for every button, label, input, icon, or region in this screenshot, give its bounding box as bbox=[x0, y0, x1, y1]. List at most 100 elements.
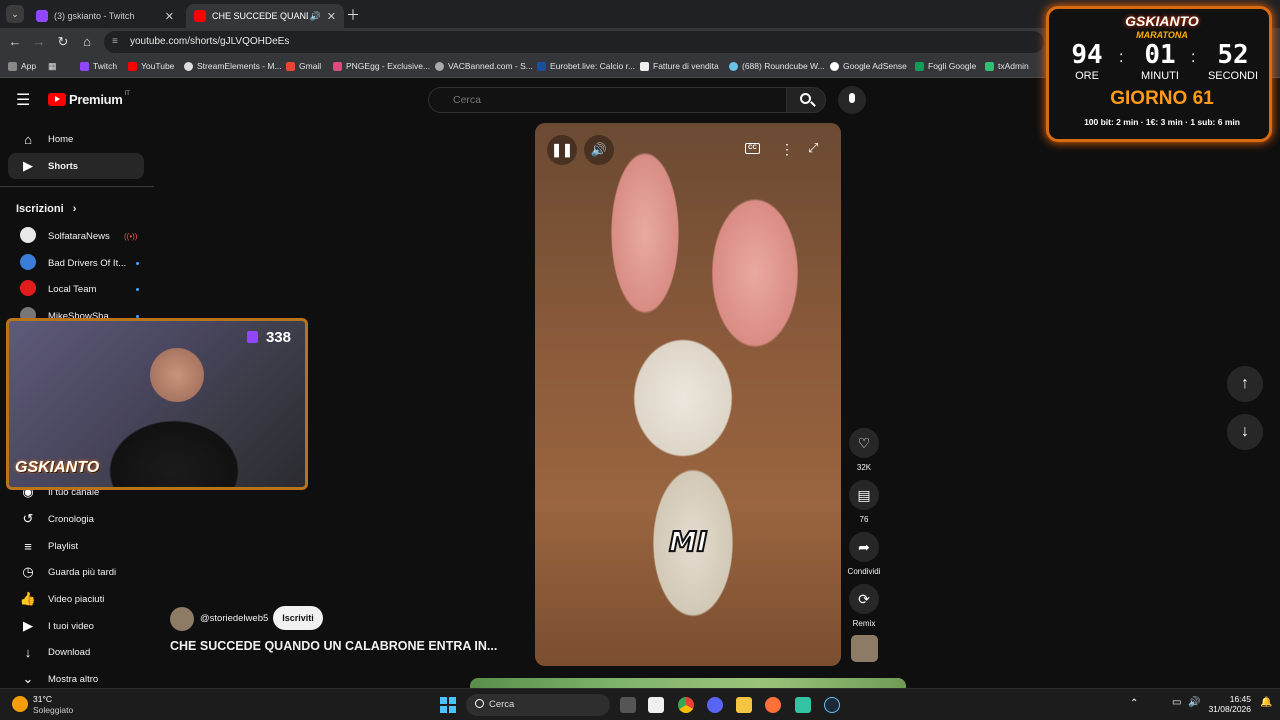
bookmark-pngegg[interactable]: PNGEgg - Exclusive... bbox=[333, 61, 430, 71]
steam-icon[interactable] bbox=[824, 697, 840, 713]
comments-button[interactable]: ▤ bbox=[849, 480, 879, 510]
bookmark-vacbanned[interactable]: VACBanned.com - S... bbox=[435, 61, 533, 71]
site-info-icon[interactable]: ≡ bbox=[112, 36, 118, 47]
bookmark-grid[interactable]: ▦ bbox=[48, 61, 57, 72]
address-bar[interactable]: ≡ youtube.com/shorts/gJLVQOHDeEs bbox=[104, 31, 1044, 53]
heart-icon: ♡ bbox=[857, 435, 871, 451]
volume-icon[interactable]: 🔊 bbox=[1188, 697, 1200, 708]
tab-youtube[interactable]: CHE SUCCEDE QUANDO UN 🔊 ✕ bbox=[186, 4, 344, 28]
bookmark-streamelements[interactable]: StreamElements - M... bbox=[184, 61, 282, 71]
video-caption-text: MI bbox=[668, 524, 708, 559]
remix-icon: ⟳ bbox=[858, 591, 870, 607]
channel-avatar[interactable] bbox=[170, 607, 194, 631]
vacbanned-icon bbox=[435, 61, 444, 71]
short-video-player[interactable]: ❚❚ 🔊 CC ⋮ ⤢ MI bbox=[535, 123, 841, 666]
voice-search-button[interactable] bbox=[838, 86, 866, 114]
youtube-play-icon bbox=[48, 93, 66, 106]
bookmark-gmail[interactable]: Gmail bbox=[286, 61, 321, 71]
tab-search-button[interactable]: ⌄ bbox=[6, 5, 24, 23]
pause-button[interactable]: ❚❚ bbox=[547, 135, 577, 165]
next-short-button[interactable]: ↓ bbox=[1227, 414, 1263, 450]
close-icon[interactable]: ✕ bbox=[165, 10, 174, 23]
document-icon bbox=[640, 61, 649, 71]
subscribe-button[interactable]: Iscriviti bbox=[273, 606, 323, 630]
back-icon[interactable]: ← bbox=[7, 34, 23, 49]
new-tab-button[interactable]: ＋ bbox=[346, 5, 360, 25]
sidebar-item-history[interactable]: ↺ Cronologia bbox=[8, 506, 144, 532]
chevron-down-icon: ⌄ bbox=[11, 9, 19, 19]
sidebar-sub-solfataranews[interactable]: SolfataraNews ((•)) bbox=[8, 223, 144, 249]
volume-button[interactable]: 🔊 bbox=[584, 135, 614, 165]
sidebar-sub-bad-drivers[interactable]: Bad Drivers Of It... bbox=[8, 250, 144, 276]
remix-label: Remix bbox=[852, 619, 876, 628]
share-button[interactable]: ➦ bbox=[849, 532, 879, 562]
windows-taskbar: 31°C Soleggiato Cerca ⌃ ▭ 🔊 16:45 31/08/… bbox=[0, 688, 1280, 720]
more-options-icon[interactable]: ⋮ bbox=[780, 141, 794, 158]
download-icon: ↓ bbox=[24, 644, 32, 660]
remix-button[interactable]: ⟳ bbox=[849, 584, 879, 614]
bookmark-twitch[interactable]: Twitch bbox=[80, 61, 117, 71]
sidebar-item-your-videos[interactable]: ▶ I tuoi video bbox=[8, 613, 144, 639]
audio-thumbnail[interactable] bbox=[851, 635, 878, 662]
comment-icon: ▤ bbox=[857, 487, 871, 503]
streamlabs-icon[interactable] bbox=[795, 697, 811, 713]
subscriptions-heading[interactable]: Iscrizioni › bbox=[16, 203, 76, 215]
clock-time: 16:45 bbox=[1229, 694, 1251, 704]
sidebar-sub-local-team[interactable]: Local Team bbox=[8, 276, 144, 302]
sidebar-item-home[interactable]: ⌂ Home bbox=[8, 126, 144, 152]
bookmark-eurobet[interactable]: Eurobet.live: Calcio r... bbox=[537, 61, 635, 71]
previous-short-button[interactable]: ↑ bbox=[1227, 366, 1263, 402]
captions-button[interactable]: CC bbox=[745, 143, 760, 154]
notification-icon[interactable]: 🔔 bbox=[1260, 697, 1272, 708]
start-button[interactable] bbox=[440, 697, 456, 713]
bookmark-youtube[interactable]: YouTube bbox=[128, 61, 174, 71]
sidebar-item-watch-later[interactable]: ◷ Guarda più tardi bbox=[8, 559, 144, 585]
discord-icon[interactable] bbox=[707, 697, 723, 713]
search-input[interactable] bbox=[428, 87, 786, 113]
live-icon: ((•)) bbox=[124, 231, 138, 241]
fullscreen-icon[interactable]: ⤢ bbox=[808, 140, 818, 156]
bookmark-fatture[interactable]: Fatture di vendita bbox=[640, 61, 719, 71]
taskbar-search[interactable]: Cerca bbox=[466, 694, 610, 716]
home-icon[interactable]: ⌂ bbox=[79, 34, 95, 49]
sidebar-item-liked[interactable]: 👍 Video piaciuti bbox=[8, 586, 144, 612]
next-short-preview[interactable] bbox=[470, 678, 906, 688]
forward-icon[interactable]: → bbox=[31, 34, 47, 49]
sidebar-item-playlist[interactable]: ≡ Playlist bbox=[8, 533, 144, 559]
bookmark-app[interactable]: App bbox=[8, 61, 36, 71]
like-button[interactable]: ♡ bbox=[849, 428, 879, 458]
chevron-up-icon[interactable]: ⌃ bbox=[1130, 698, 1138, 709]
bookmark-txadmin[interactable]: txAdmin bbox=[985, 61, 1029, 71]
task-view-icon[interactable] bbox=[620, 697, 636, 713]
bookmark-roundcube[interactable]: (688) Roundcube W... bbox=[729, 61, 825, 71]
file-explorer-icon[interactable] bbox=[736, 697, 752, 713]
tab-twitch[interactable]: (3) gskianto - Twitch ✕ bbox=[28, 4, 182, 28]
youtube-logo[interactable]: Premium IT bbox=[48, 90, 130, 107]
avatar bbox=[20, 226, 36, 243]
pngegg-icon bbox=[333, 61, 342, 71]
your-videos-icon: ▶ bbox=[23, 618, 33, 633]
bookmark-fogli[interactable]: Fogli Google bbox=[915, 61, 976, 71]
hamburger-menu-icon[interactable]: ☰ bbox=[16, 90, 30, 110]
search-button[interactable] bbox=[786, 87, 826, 113]
chevron-down-icon: ⌄ bbox=[22, 671, 34, 686]
like-count: 32K bbox=[856, 463, 872, 472]
firefox-icon[interactable] bbox=[765, 697, 781, 713]
youtube-icon bbox=[128, 61, 137, 71]
network-icon[interactable]: ▭ bbox=[1172, 697, 1181, 708]
sidebar-item-download[interactable]: ↓ Download bbox=[8, 639, 144, 665]
shorts-icon: ▶ bbox=[23, 158, 33, 173]
close-icon[interactable]: ✕ bbox=[327, 10, 336, 23]
reload-icon[interactable]: ↻ bbox=[55, 34, 71, 50]
chrome-icon[interactable] bbox=[678, 697, 694, 713]
timer-brand: GSKIANTO bbox=[1125, 13, 1199, 29]
eurobet-icon bbox=[537, 61, 546, 71]
chevron-right-icon: › bbox=[72, 203, 77, 215]
sidebar-item-shorts[interactable]: ▶ Shorts bbox=[8, 153, 144, 179]
store-icon[interactable] bbox=[648, 697, 664, 713]
speaker-icon[interactable]: 🔊 bbox=[310, 11, 321, 22]
logo-region: IT bbox=[124, 90, 130, 97]
channel-name[interactable]: @storiedelweb5 bbox=[200, 613, 268, 624]
bookmark-adsense[interactable]: Google AdSense bbox=[830, 61, 907, 71]
system-clock[interactable]: 16:45 31/08/2026 bbox=[1205, 694, 1251, 714]
